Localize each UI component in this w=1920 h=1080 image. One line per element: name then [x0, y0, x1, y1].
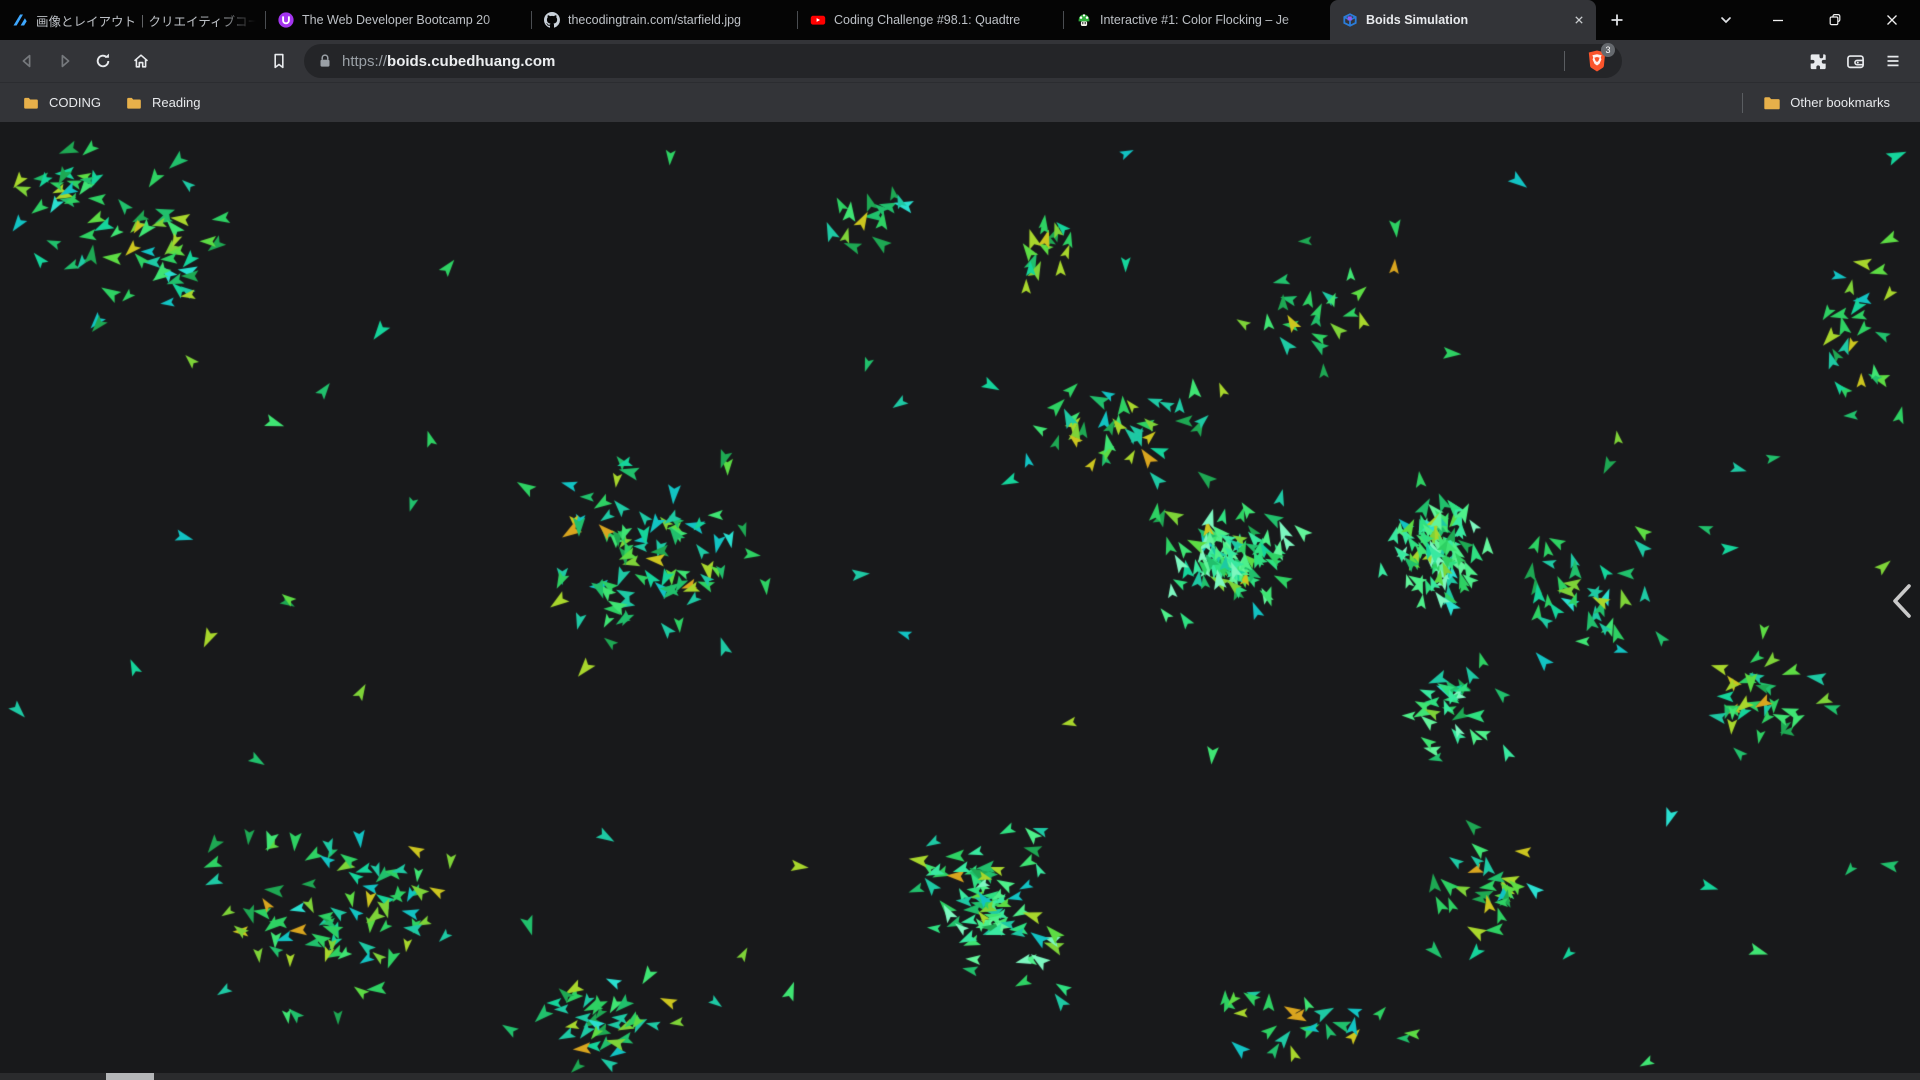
tab-title: The Web Developer Bootcamp 20: [302, 13, 491, 27]
wallet-button[interactable]: [1836, 42, 1874, 80]
back-button[interactable]: [8, 42, 46, 80]
tab-1[interactable]: 画像とレイアウト｜クリエイティブコーデ: [0, 0, 266, 40]
tab-strip: 画像とレイアウト｜クリエイティブコーデ The Web Developer Boo…: [0, 0, 1596, 40]
maximize-button[interactable]: [1806, 0, 1863, 40]
minimize-icon: [1772, 19, 1783, 22]
window-controls: [1703, 0, 1920, 40]
back-icon: [22, 54, 31, 68]
bookmarks-right: Other bookmarks: [1742, 91, 1906, 115]
tab-3[interactable]: thecodingtrain.com/starfield.jpg: [532, 0, 798, 40]
minimize-button[interactable]: [1749, 0, 1806, 40]
boids-canvas[interactable]: [0, 122, 1920, 1080]
navigation-toolbar: https://boids.cubedhuang.com 3: [0, 40, 1920, 82]
page-content: [0, 122, 1920, 1080]
udemy-icon: [278, 12, 294, 28]
url-scheme: https://: [342, 52, 388, 70]
address-bar[interactable]: https://boids.cubedhuang.com 3: [304, 43, 1622, 78]
bookmark-label: CODING: [49, 95, 101, 110]
wallet-icon: [1846, 54, 1864, 68]
bookmarks-items: CODING Reading: [14, 91, 216, 114]
plus-icon: [1611, 14, 1623, 26]
restore-icon: [1829, 14, 1840, 26]
close-icon: [1886, 15, 1897, 25]
tab-title: thecodingtrain.com/starfield.jpg: [568, 13, 742, 27]
bookmark-folder-coding[interactable]: CODING: [14, 91, 109, 114]
tab-search-button[interactable]: [1703, 0, 1749, 40]
bookmark-folder-reading[interactable]: Reading: [117, 91, 208, 114]
home-button[interactable]: [122, 42, 160, 80]
tab-active[interactable]: Boids Simulation: [1330, 0, 1596, 40]
mushroom-icon: [1076, 12, 1092, 28]
bookmark-this-tab-button[interactable]: [260, 42, 298, 80]
url-host: boids.cubedhuang.com: [387, 52, 556, 70]
other-bookmarks-button[interactable]: Other bookmarks: [1755, 91, 1898, 115]
folder-icon: [1764, 96, 1780, 109]
chevron-down-icon: [1721, 17, 1731, 24]
tab-title: 画像とレイアウト｜クリエイティブコーデ: [36, 14, 258, 29]
bookmarks-separator: [1742, 92, 1744, 113]
new-tab-button[interactable]: [1602, 5, 1632, 35]
browser-window: 画像とレイアウト｜クリエイティブコーデ The Web Developer Boo…: [0, 0, 1920, 1080]
extensions-button[interactable]: [1798, 42, 1836, 80]
home-icon: [133, 54, 149, 68]
tab-title: Interactive #1: Color Flocking – Je: [1100, 13, 1289, 27]
tab-4[interactable]: Coding Challenge #98.1: Quadtre: [798, 0, 1064, 40]
tab-bar: 画像とレイアウト｜クリエイティブコーデ The Web Developer Boo…: [0, 0, 1920, 40]
scrollbar-thumb[interactable]: [106, 1073, 154, 1080]
close-window-button[interactable]: [1863, 0, 1920, 40]
other-bookmarks-label: Other bookmarks: [1790, 95, 1890, 110]
hamburger-menu-icon: [1887, 55, 1899, 67]
bookmark-label: Reading: [152, 95, 201, 110]
close-icon: [1575, 16, 1583, 24]
brave-shields-button[interactable]: 3: [1575, 43, 1619, 76]
bookmarks-bar: CODING Reading Other bookmarks: [0, 82, 1920, 122]
tab-close-button[interactable]: [1570, 11, 1588, 29]
forward-icon: [61, 54, 70, 68]
menu-button[interactable]: [1874, 42, 1912, 80]
tab-2[interactable]: The Web Developer Bootcamp 20: [266, 0, 532, 40]
folder-icon: [22, 95, 40, 110]
site-security-lock-icon: [320, 54, 330, 67]
tab-5[interactable]: Interactive #1: Color Flocking – Je: [1064, 0, 1330, 40]
reload-button[interactable]: [84, 42, 122, 80]
zenn-icon: [12, 12, 28, 28]
tab-title: Coding Challenge #98.1: Quadtre: [834, 13, 1021, 27]
forward-button[interactable]: [46, 42, 84, 80]
cube-icon: [1342, 12, 1358, 28]
bookmark-flag-icon: [274, 53, 284, 69]
address-bar-separator: [1564, 51, 1565, 71]
shields-badge: 3: [1601, 43, 1615, 57]
panel-toggle-button[interactable]: [1884, 577, 1918, 625]
reload-icon: [96, 53, 110, 68]
chevron-left-icon: [1893, 584, 1911, 618]
youtube-icon: [810, 12, 826, 28]
extensions-puzzle-icon: [1810, 53, 1826, 69]
github-icon: [544, 12, 560, 28]
horizontal-scrollbar[interactable]: [0, 1073, 1920, 1080]
tab-title: Boids Simulation: [1366, 13, 1469, 27]
folder-icon: [125, 95, 143, 110]
